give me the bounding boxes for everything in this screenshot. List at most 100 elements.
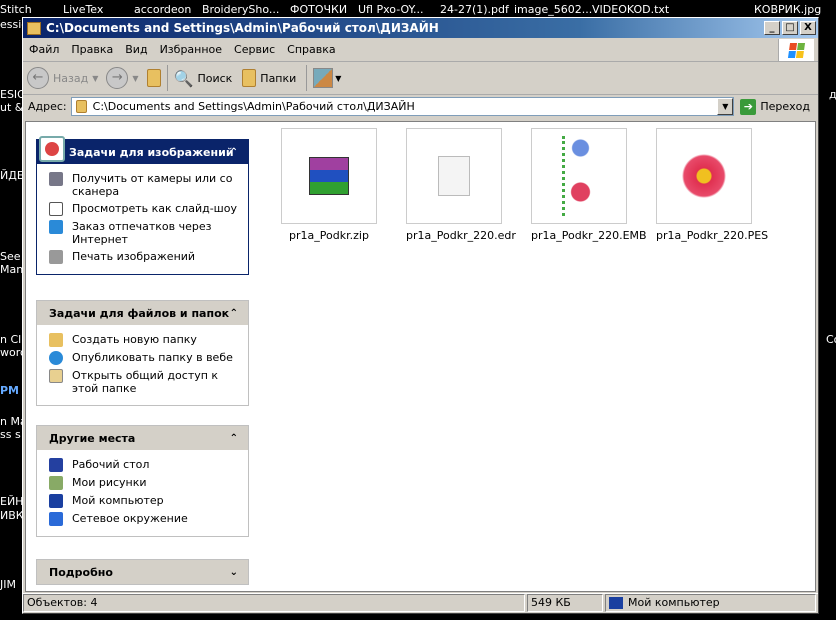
views-icon[interactable] <box>313 68 334 88</box>
collapse-icon[interactable]: ⌃ <box>230 433 238 444</box>
my-pictures-icon <box>49 476 63 490</box>
menu-bar: Файл Правка Вид Избранное Сервис Справка <box>23 38 818 62</box>
desktop-icon <box>49 458 63 472</box>
status-bar: Объектов: 4 549 КБ Мой компьютер <box>23 593 818 613</box>
file-name: pr1a_Podkr_220.EMB <box>531 229 647 242</box>
task-slideshow[interactable]: Просмотреть как слайд-шоу <box>49 202 240 216</box>
menu-edit[interactable]: Правка <box>71 43 113 56</box>
close-button[interactable]: X <box>800 21 816 35</box>
place-network[interactable]: Сетевое окружение <box>49 512 240 526</box>
desktop-icon[interactable]: КОВРИК.jpg <box>754 3 821 16</box>
panel-title: Другие места <box>49 431 136 445</box>
file-item[interactable]: pr1a_Podkr_220.EMB <box>531 128 647 242</box>
file-item[interactable]: pr1a_Podkr.zip <box>281 128 377 242</box>
picture-tasks-panel: Задачи для изображений ⌃ Получить от каме… <box>36 136 249 275</box>
separator <box>166 65 168 91</box>
desktop-icon[interactable]: 24-27(1).pdf <box>440 3 509 16</box>
desktop-icon[interactable]: Stitch <box>0 3 32 16</box>
task-new-folder[interactable]: Создать новую папку <box>49 333 240 347</box>
place-label: Сетевое окружение <box>72 512 188 525</box>
task-print[interactable]: Печать изображений <box>49 250 240 264</box>
file-item[interactable]: pr1a_Podkr_220.PES <box>656 128 768 242</box>
address-value: C:\Documents and Settings\Admin\Рабочий … <box>92 100 415 113</box>
task-camera[interactable]: Получить от камеры или со сканера <box>49 172 240 198</box>
task-label: Создать новую папку <box>72 333 197 346</box>
flower-thumbnail-icon <box>682 154 726 198</box>
task-label: Открыть общий доступ к этой папке <box>72 369 219 395</box>
winrar-archive-icon <box>309 157 349 195</box>
desktop-icon[interactable]: VIDEOKOD.txt <box>592 3 669 16</box>
share-folder-icon <box>49 369 63 383</box>
folders-button[interactable]: Папки <box>260 72 296 85</box>
go-button[interactable]: ➔ Переход <box>740 98 810 115</box>
menu-file[interactable]: Файл <box>29 43 59 56</box>
address-input[interactable]: C:\Documents and Settings\Admin\Рабочий … <box>70 97 735 116</box>
new-folder-icon <box>49 333 63 347</box>
panel-header[interactable]: Задачи для изображений ⌃ <box>37 136 248 164</box>
collapse-icon[interactable]: ⌃ <box>230 308 238 319</box>
expand-icon[interactable]: ⌄ <box>230 567 238 578</box>
task-share[interactable]: Открыть общий доступ к этой папке <box>49 369 240 395</box>
forward-dropdown-icon[interactable]: ▼ <box>132 74 138 83</box>
panel-header[interactable]: Задачи для файлов и папок ⌃ <box>37 301 248 325</box>
address-dropdown-icon[interactable]: ▼ <box>717 98 734 115</box>
up-folder-icon[interactable] <box>146 69 161 87</box>
place-my-computer[interactable]: Мой компьютер <box>49 494 240 508</box>
globe-icon <box>49 220 63 234</box>
address-bar: Адрес: C:\Documents and Settings\Admin\Р… <box>23 95 818 118</box>
embroidery-thumbnail-icon <box>562 136 596 216</box>
desktop-label: ИВК <box>0 509 24 522</box>
explorer-window: C:\Documents and Settings\Admin\Рабочий … <box>22 17 819 614</box>
menu-tools[interactable]: Сервис <box>234 43 275 56</box>
menu-favorites[interactable]: Избранное <box>160 43 222 56</box>
desktop-icon[interactable]: Ufl Pxo-OY... <box>358 3 424 16</box>
place-my-pictures[interactable]: Мои рисунки <box>49 476 240 490</box>
views-dropdown-icon[interactable]: ▼ <box>335 74 341 83</box>
file-tasks-panel: Задачи для файлов и папок ⌃ Создать новую… <box>36 300 249 406</box>
collapse-icon[interactable]: ⌃ <box>230 147 238 158</box>
menu-help[interactable]: Справка <box>287 43 335 56</box>
place-label: Мои рисунки <box>72 476 147 489</box>
folder-icon <box>75 100 87 113</box>
file-item[interactable]: pr1a_Podkr_220.edr <box>406 128 516 242</box>
panel-header[interactable]: Другие места ⌃ <box>37 426 248 450</box>
panel-header[interactable]: Подробно ⌄ <box>37 560 248 584</box>
desktop-icon[interactable]: BroiderySho... <box>202 3 279 16</box>
task-order-prints[interactable]: Заказ отпечатков через Интернет <box>49 220 240 246</box>
desktop-icon[interactable]: LiveTex <box>63 3 103 16</box>
desktop-label: ЙДЕ <box>0 169 24 182</box>
file-list: pr1a_Podkr.zip pr1a_Podkr_220.edr pr1a_P… <box>281 128 768 242</box>
desktop-label: See <box>0 250 21 263</box>
search-button[interactable]: Поиск <box>197 72 232 85</box>
place-desktop[interactable]: Рабочий стол <box>49 458 240 472</box>
publish-web-icon <box>49 351 63 365</box>
folders-icon[interactable] <box>242 69 257 87</box>
task-publish[interactable]: Опубликовать папку в вебе <box>49 351 240 365</box>
desktop-label: ss s <box>0 428 21 441</box>
maximize-button[interactable]: □ <box>782 21 798 35</box>
panel-title: Задачи для файлов и папок <box>49 306 230 320</box>
minimize-button[interactable]: _ <box>764 21 780 35</box>
desktop-icon[interactable]: ФОТОЧКИ <box>290 3 347 16</box>
printer-icon <box>49 250 63 264</box>
generic-file-icon <box>438 156 470 196</box>
back-dropdown-icon[interactable]: ▼ <box>92 74 98 83</box>
desktop-label: д <box>829 88 836 101</box>
content-area: Задачи для изображений ⌃ Получить от каме… <box>25 121 816 592</box>
go-label: Переход <box>760 100 810 113</box>
title-bar[interactable]: C:\Documents and Settings\Admin\Рабочий … <box>23 18 818 38</box>
computer-icon <box>609 597 623 609</box>
slideshow-icon <box>49 202 63 216</box>
desktop-icon[interactable]: accordeon <box>134 3 191 16</box>
back-button[interactable]: Назад <box>53 72 88 85</box>
back-arrow-icon[interactable]: ← <box>27 67 49 89</box>
file-name: pr1a_Podkr.zip <box>289 229 369 242</box>
pictures-icon <box>39 136 65 162</box>
file-name: pr1a_Podkr_220.PES <box>656 229 769 242</box>
desktop-icon[interactable]: image_5602... <box>514 3 592 16</box>
task-label: Заказ отпечатков через Интернет <box>72 220 212 246</box>
status-size: 549 КБ <box>527 594 603 612</box>
forward-arrow-icon[interactable]: → <box>106 67 129 89</box>
menu-view[interactable]: Вид <box>125 43 147 56</box>
search-icon[interactable]: 🔍 <box>174 69 194 88</box>
